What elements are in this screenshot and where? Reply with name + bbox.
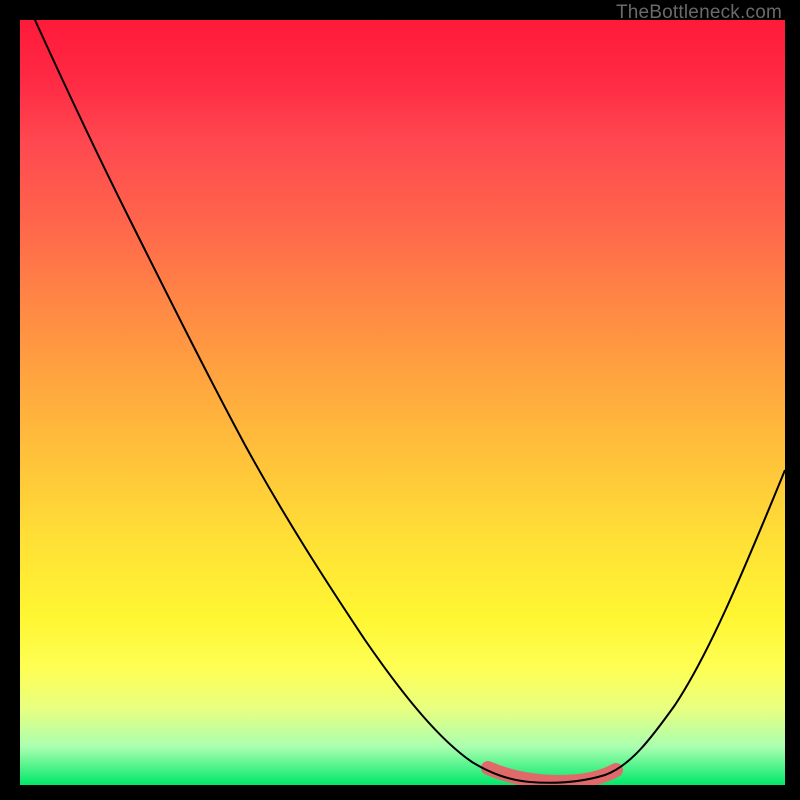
bottleneck-chart: [20, 20, 785, 785]
watermark-text: TheBottleneck.com: [616, 2, 782, 24]
bottleneck-curve-line: [35, 20, 785, 783]
optimal-range-segment: [488, 768, 616, 782]
